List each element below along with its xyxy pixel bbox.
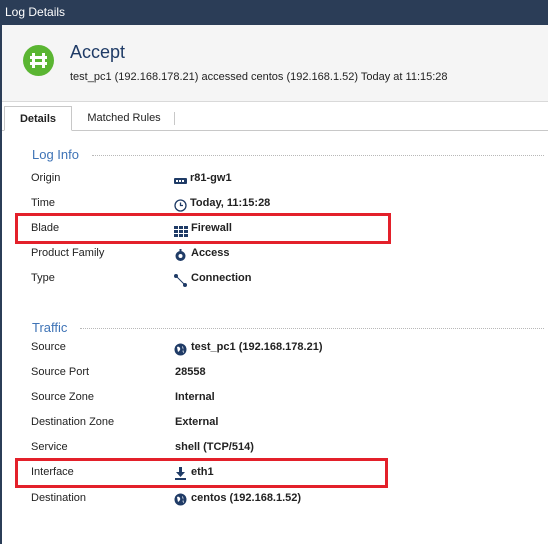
globe-icon	[174, 343, 187, 356]
blade-highlight-box	[15, 213, 391, 244]
label-source-port: Source Port	[31, 366, 90, 378]
label-time: Time	[31, 197, 56, 209]
tab-divider	[174, 112, 175, 125]
access-icon	[175, 249, 186, 261]
label-product-family: Product Family	[31, 247, 105, 259]
value-time: Today, 11:15:28	[190, 197, 271, 209]
label-source-zone: Source Zone	[31, 391, 94, 403]
value-product-family[interactable]: Access	[191, 247, 230, 259]
value-source-zone: Internal	[175, 391, 215, 403]
log-action-title: Accept	[70, 42, 126, 62]
tab-bar: Details Matched Rules	[2, 106, 548, 131]
section-title-traffic: Traffic	[32, 320, 68, 335]
value-source-port: 28558	[175, 366, 206, 378]
gateway-icon	[174, 178, 187, 184]
window-title: Log Details	[5, 5, 66, 19]
log-header: Accept test_pc1 (192.168.178.21) accesse…	[2, 25, 548, 102]
clock-icon	[174, 199, 187, 212]
value-destination[interactable]: centos (192.168.1.52)	[191, 492, 301, 504]
log-description: test_pc1 (192.168.178.21) accessed cento…	[70, 71, 448, 83]
section-divider	[92, 155, 544, 156]
window-left-border	[0, 25, 2, 544]
value-service[interactable]: shell (TCP/514)	[175, 441, 254, 453]
interface-highlight-box	[15, 458, 388, 488]
label-service: Service	[31, 441, 68, 453]
label-destination: Destination	[31, 492, 87, 504]
label-type: Type	[31, 272, 55, 284]
label-origin: Origin	[31, 172, 61, 184]
value-type[interactable]: Connection	[191, 272, 252, 284]
tab-matched-rules[interactable]: Matched Rules	[74, 106, 174, 130]
value-source[interactable]: test_pc1 (192.168.178.21)	[191, 341, 322, 353]
value-destination-zone: External	[175, 416, 219, 428]
section-title-log-info: Log Info	[32, 147, 79, 162]
connection-icon	[174, 274, 187, 287]
label-destination-zone: Destination Zone	[31, 416, 115, 428]
section-divider	[80, 328, 544, 329]
window-titlebar: Log Details	[0, 0, 548, 25]
tab-details[interactable]: Details	[4, 106, 72, 131]
label-source: Source	[31, 341, 66, 353]
globe-icon	[174, 493, 187, 506]
accept-icon	[23, 45, 54, 76]
value-origin[interactable]: r81-gw1	[190, 172, 232, 184]
